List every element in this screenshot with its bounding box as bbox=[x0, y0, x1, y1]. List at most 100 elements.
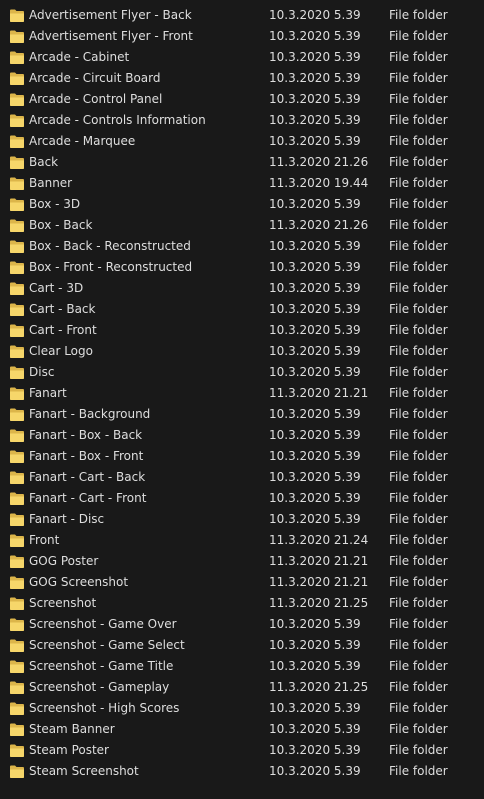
item-type: File folder bbox=[389, 659, 448, 673]
list-item[interactable]: Steam Banner 10.3.2020 5.39 File folder bbox=[0, 719, 484, 740]
list-item[interactable]: Back 11.3.2020 21.26 File folder bbox=[0, 152, 484, 173]
list-item[interactable]: Fanart - Cart - Back 10.3.2020 5.39 File f… bbox=[0, 467, 484, 488]
list-item[interactable]: Box - Back 11.3.2020 21.26 File folder bbox=[0, 215, 484, 236]
item-type: File folder bbox=[389, 764, 448, 778]
list-item[interactable]: Box - Front - Reconstructed 10.3.2020 5.3… bbox=[0, 257, 484, 278]
list-item[interactable]: Arcade - Controls Information 10.3.2020 5… bbox=[0, 110, 484, 131]
item-date-modified: 10.3.2020 5.39 bbox=[269, 617, 361, 631]
item-date-modified: 10.3.2020 5.39 bbox=[269, 50, 361, 64]
item-name: GOG Poster bbox=[29, 554, 99, 568]
list-item[interactable]: Arcade - Marquee 10.3.2020 5.39 File folde… bbox=[0, 131, 484, 152]
folder-icon bbox=[10, 513, 24, 526]
list-item[interactable]: GOG Poster 11.3.2020 21.21 File folder bbox=[0, 551, 484, 572]
item-date-modified: 10.3.2020 5.39 bbox=[269, 722, 361, 736]
item-date-modified: 10.3.2020 5.39 bbox=[269, 743, 361, 757]
item-name: Steam Banner bbox=[29, 722, 115, 736]
item-name: GOG Screenshot bbox=[29, 575, 129, 589]
folder-icon bbox=[10, 576, 24, 589]
item-type: File folder bbox=[389, 113, 448, 127]
folder-icon bbox=[10, 303, 24, 316]
item-type: File folder bbox=[389, 50, 448, 64]
item-name: Fanart - Background bbox=[29, 407, 151, 421]
list-item[interactable]: Arcade - Circuit Board 10.3.2020 5.39 File… bbox=[0, 68, 484, 89]
item-name: Arcade - Marquee bbox=[29, 134, 136, 148]
list-item[interactable]: Screenshot - Game Select 10.3.2020 5.39 Fi… bbox=[0, 635, 484, 656]
item-name: Cart - 3D bbox=[29, 281, 84, 295]
list-item[interactable]: Fanart 11.3.2020 21.21 File folder bbox=[0, 383, 484, 404]
folder-icon bbox=[10, 408, 24, 421]
item-name: Disc bbox=[29, 365, 55, 379]
item-date-modified: 10.3.2020 5.39 bbox=[269, 8, 361, 22]
list-item[interactable]: Screenshot - Game Over 10.3.2020 5.39 File… bbox=[0, 614, 484, 635]
item-type: File folder bbox=[389, 92, 448, 106]
folder-icon bbox=[10, 450, 24, 463]
item-type: File folder bbox=[389, 743, 448, 757]
item-name: Steam Poster bbox=[29, 743, 109, 757]
list-item[interactable]: GOG Screenshot 11.3.2020 21.21 File folder bbox=[0, 572, 484, 593]
list-item[interactable]: Screenshot - Gameplay 11.3.2020 21.25 File… bbox=[0, 677, 484, 698]
folder-icon bbox=[10, 282, 24, 295]
folder-icon bbox=[10, 72, 24, 85]
item-date-modified: 10.3.2020 5.39 bbox=[269, 344, 361, 358]
item-date-modified: 10.3.2020 5.39 bbox=[269, 659, 361, 673]
list-item[interactable]: Fanart - Box - Front 10.3.2020 5.39 File f… bbox=[0, 446, 484, 467]
list-item[interactable]: Cart - Front 10.3.2020 5.39 File folder bbox=[0, 320, 484, 341]
list-item[interactable]: Advertisement Flyer - Back 10.3.2020 5.39… bbox=[0, 5, 484, 26]
item-date-modified: 11.3.2020 21.21 bbox=[269, 575, 369, 589]
item-type: File folder bbox=[389, 470, 448, 484]
list-item[interactable]: Screenshot 11.3.2020 21.25 File folder bbox=[0, 593, 484, 614]
folder-icon bbox=[10, 156, 24, 169]
item-date-modified: 10.3.2020 5.39 bbox=[269, 638, 361, 652]
item-type: File folder bbox=[389, 617, 448, 631]
list-item[interactable]: Fanart - Background 10.3.2020 5.39 File fo… bbox=[0, 404, 484, 425]
folder-icon bbox=[10, 534, 24, 547]
list-item[interactable]: Cart - Back 10.3.2020 5.39 File folder bbox=[0, 299, 484, 320]
list-item[interactable]: Banner 11.3.2020 19.44 File folder bbox=[0, 173, 484, 194]
item-name: Screenshot - Game Select bbox=[29, 638, 185, 652]
folder-icon bbox=[10, 597, 24, 610]
folder-icon bbox=[10, 30, 24, 43]
list-item[interactable]: Steam Poster 10.3.2020 5.39 File folder bbox=[0, 740, 484, 761]
item-name: Advertisement Flyer - Back bbox=[29, 8, 192, 22]
item-type: File folder bbox=[389, 197, 448, 211]
item-name: Arcade - Cabinet bbox=[29, 50, 130, 64]
item-date-modified: 10.3.2020 5.39 bbox=[269, 92, 361, 106]
item-type: File folder bbox=[389, 512, 448, 526]
folder-icon bbox=[10, 135, 24, 148]
item-type: File folder bbox=[389, 596, 448, 610]
list-item[interactable]: Advertisement Flyer - Front 10.3.2020 5.3… bbox=[0, 26, 484, 47]
folder-icon bbox=[10, 639, 24, 652]
list-item[interactable]: Fanart - Cart - Front 10.3.2020 5.39 File … bbox=[0, 488, 484, 509]
item-type: File folder bbox=[389, 638, 448, 652]
list-item[interactable]: Box - Back - Reconstructed 10.3.2020 5.39… bbox=[0, 236, 484, 257]
list-item[interactable]: Steam Screenshot 10.3.2020 5.39 File folde… bbox=[0, 761, 484, 782]
item-date-modified: 10.3.2020 5.39 bbox=[269, 764, 361, 778]
list-item[interactable]: Arcade - Cabinet 10.3.2020 5.39 File folde… bbox=[0, 47, 484, 68]
file-list: Advertisement Flyer - Back 10.3.2020 5.39… bbox=[0, 0, 484, 799]
list-item[interactable]: Box - 3D 10.3.2020 5.39 File folder bbox=[0, 194, 484, 215]
list-item[interactable]: Cart - 3D 10.3.2020 5.39 File folder bbox=[0, 278, 484, 299]
list-item[interactable]: Disc 10.3.2020 5.39 File folder bbox=[0, 362, 484, 383]
folder-icon bbox=[10, 702, 24, 715]
list-item[interactable]: Arcade - Control Panel 10.3.2020 5.39 File… bbox=[0, 89, 484, 110]
list-item[interactable]: Fanart - Disc 10.3.2020 5.39 File folder bbox=[0, 509, 484, 530]
item-type: File folder bbox=[389, 8, 448, 22]
list-item[interactable]: Clear Logo 10.3.2020 5.39 File folder bbox=[0, 341, 484, 362]
list-item[interactable]: Fanart - Box - Back 10.3.2020 5.39 File fo… bbox=[0, 425, 484, 446]
list-item[interactable]: Front 11.3.2020 21.24 File folder bbox=[0, 530, 484, 551]
folder-icon bbox=[10, 324, 24, 337]
list-item[interactable]: Screenshot - High Scores 10.3.2020 5.39 Fi… bbox=[0, 698, 484, 719]
item-name: Fanart - Cart - Back bbox=[29, 470, 146, 484]
item-type: File folder bbox=[389, 260, 448, 274]
item-type: File folder bbox=[389, 533, 448, 547]
item-type: File folder bbox=[389, 407, 448, 421]
item-date-modified: 10.3.2020 5.39 bbox=[269, 491, 361, 505]
item-type: File folder bbox=[389, 323, 448, 337]
item-date-modified: 11.3.2020 21.25 bbox=[269, 596, 369, 610]
item-type: File folder bbox=[389, 554, 448, 568]
item-type: File folder bbox=[389, 575, 448, 589]
folder-icon bbox=[10, 261, 24, 274]
folder-icon bbox=[10, 723, 24, 736]
list-item[interactable]: Screenshot - Game Title 10.3.2020 5.39 Fil… bbox=[0, 656, 484, 677]
item-name: Box - Back - Reconstructed bbox=[29, 239, 191, 253]
